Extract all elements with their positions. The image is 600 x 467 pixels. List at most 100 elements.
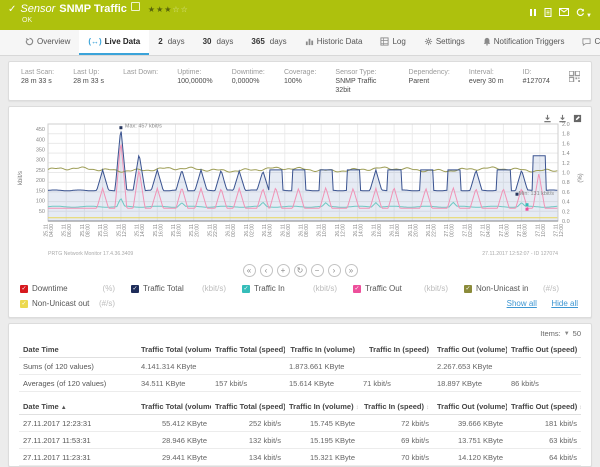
svg-text:0.4: 0.4 <box>562 200 570 206</box>
refresh-button[interactable]: ▼ <box>576 8 592 19</box>
tab-live-data[interactable]: (↔)Live Data <box>79 30 149 55</box>
items-per-page-control[interactable]: Items: ▼ 50 <box>19 327 581 342</box>
info-label: ID: <box>523 68 565 77</box>
svg-text:1.8: 1.8 <box>562 132 570 138</box>
svg-text:200: 200 <box>36 178 45 184</box>
email-button[interactable] <box>559 8 569 18</box>
column-header[interactable]: Traffic Out (speed)↕ <box>507 399 581 415</box>
info-value: 100,0000% <box>177 77 228 86</box>
legend-checkbox-non-unicast-out[interactable]: ✓ <box>20 300 28 308</box>
table-cell: 64 kbit/s <box>507 449 581 466</box>
info-item: Downtime:0,0000% <box>232 68 284 95</box>
table-cell: 69 kbit/s <box>359 432 433 449</box>
tab-historic-data[interactable]: Historic Data <box>296 30 372 55</box>
star-rating[interactable]: ★★★☆☆ <box>148 3 189 16</box>
svg-text:350: 350 <box>36 148 45 154</box>
table-cell: 27.11.2017 11:53:31 <box>19 432 137 449</box>
historic-icon <box>305 37 314 46</box>
legend-unit: (kbit/s) <box>202 284 226 293</box>
tab-label: days <box>217 37 234 46</box>
svg-text:14:00: 14:00 <box>140 224 146 237</box>
tab-365-days[interactable]: 365days <box>242 30 295 55</box>
tab-settings[interactable]: Settings <box>415 30 474 55</box>
info-label: Sensor Type: <box>335 68 404 77</box>
table-cell: 72 kbit/s <box>359 415 433 432</box>
svg-text:10:00: 10:00 <box>104 224 110 237</box>
tab-log[interactable]: Log <box>371 30 414 55</box>
svg-text:300: 300 <box>36 158 45 164</box>
svg-text:1.6: 1.6 <box>562 141 570 147</box>
tab-30-days[interactable]: 30days <box>194 30 243 55</box>
info-label: Last Up: <box>73 68 119 77</box>
legend-checkbox-downtime[interactable]: ✓ <box>20 285 28 293</box>
table-cell <box>211 358 285 375</box>
pan-left-button[interactable]: ‹ <box>260 264 273 277</box>
svg-text:kbit/s: kbit/s <box>18 171 24 185</box>
data-table-card: Items: ▼ 50 Date TimeTraffic Total (volu… <box>8 323 592 467</box>
pan-far-right-button[interactable]: » <box>345 264 358 277</box>
tab-comments[interactable]: Comments <box>573 30 600 55</box>
download-data-button[interactable] <box>558 110 567 128</box>
column-header[interactable]: Traffic Total (speed)↕ <box>211 399 285 415</box>
table-row: 27.11.2017 11:23:3129.441 KByte134 kbit/… <box>19 449 581 466</box>
svg-text:100: 100 <box>36 199 45 205</box>
tab-overview[interactable]: Overview <box>16 30 79 55</box>
info-item: Sensor Type:SNMP Traffic 32bit <box>335 68 408 95</box>
svg-text:02:00: 02:00 <box>249 224 255 237</box>
tab-label: Notification Triggers <box>494 37 565 46</box>
table-cell: 55.412 KByte <box>137 415 211 432</box>
column-header[interactable]: Traffic Total (volume)↕ <box>137 399 211 415</box>
table-row: 27.11.2017 12:23:3155.412 KByte252 kbit/… <box>19 415 581 432</box>
svg-text:04:00: 04:00 <box>268 224 274 237</box>
svg-text:06:00: 06:00 <box>504 224 510 237</box>
show-all-link[interactable]: Show all <box>507 299 537 308</box>
pan-right-button[interactable]: › <box>328 264 341 277</box>
zoom-out-button[interactable]: − <box>311 264 324 277</box>
status-badge: OK <box>8 17 189 24</box>
svg-text:18:00: 18:00 <box>395 224 401 237</box>
tab-notification-triggers[interactable]: Notification Triggers <box>474 30 574 55</box>
legend-label: Downtime <box>32 284 68 293</box>
legend-checkbox-non-unicast-in[interactable]: ✓ <box>464 285 472 293</box>
tab-bar: Overview(↔)Live Data2days30days365daysHi… <box>0 30 600 56</box>
info-item: Interval:every 30 m <box>469 68 523 95</box>
reset-zoom-button[interactable]: ↻ <box>294 264 307 277</box>
legend-checkbox-traffic-in[interactable]: ✓ <box>242 285 250 293</box>
edit-button[interactable] <box>573 110 582 128</box>
chart-legend: ✓Downtime(%)✓Traffic Total(kbit/s)✓Traff… <box>14 281 586 313</box>
report-button[interactable] <box>544 8 552 19</box>
info-value: Parent <box>409 77 463 86</box>
legend-checkbox-traffic-total[interactable]: ✓ <box>131 285 139 293</box>
svg-text:Max: 457 kbit/s: Max: 457 kbit/s <box>125 124 162 130</box>
table-cell: 1.873.661 KByte <box>285 358 359 375</box>
column-header[interactable]: Traffic In (speed)↕ <box>359 399 433 415</box>
pause-button[interactable] <box>529 8 537 19</box>
pan-far-left-button[interactable]: « <box>243 264 256 277</box>
column-header[interactable]: Date Time▲ <box>19 399 137 415</box>
items-per-page-label: Items: <box>540 329 560 338</box>
legend-label: Non-Unicast out <box>32 299 89 308</box>
download-image-button[interactable] <box>543 110 552 128</box>
column-header[interactable]: Traffic Out (volume)↕ <box>433 399 507 415</box>
column-header: Traffic Out (speed) <box>507 342 581 358</box>
table-cell: 4.141.314 KByte <box>137 358 211 375</box>
column-header: Traffic In (speed) <box>359 342 433 358</box>
table-cell: 132 kbit/s <box>211 432 285 449</box>
svg-text:08:00: 08:00 <box>85 224 91 237</box>
column-header[interactable]: Traffic In (volume)↕ <box>285 399 359 415</box>
svg-text:04:00: 04:00 <box>486 224 492 237</box>
tab-2-days[interactable]: 2days <box>149 30 193 55</box>
legend-checkbox-traffic-out[interactable]: ✓ <box>353 285 361 293</box>
column-header: Traffic Total (speed) <box>211 342 285 358</box>
pause-icon <box>529 8 537 19</box>
info-item: Coverage:100% <box>284 68 335 95</box>
stars-empty: ☆☆ <box>172 5 188 14</box>
legend-unit: (kbit/s) <box>313 284 337 293</box>
sort-icon: ↕ <box>426 405 429 411</box>
table-cell: 27.11.2017 11:23:31 <box>19 449 137 466</box>
qr-code-icon[interactable] <box>569 68 583 95</box>
hide-all-link[interactable]: Hide all <box>551 299 578 308</box>
zoom-in-button[interactable]: + <box>277 264 290 277</box>
legend-unit: (%) <box>103 284 115 293</box>
table-cell: 34.511 KByte <box>137 375 211 392</box>
